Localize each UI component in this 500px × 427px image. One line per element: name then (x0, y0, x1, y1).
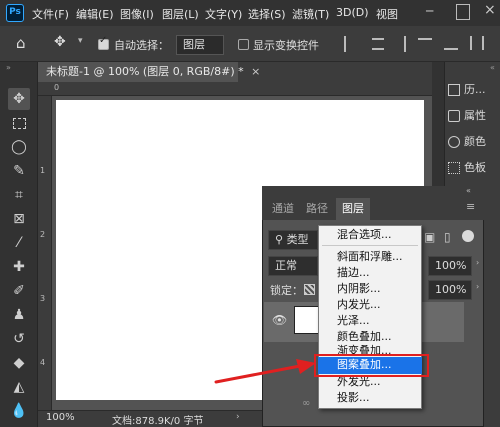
align-left-icon[interactable] (344, 36, 354, 52)
link-layers-icon[interactable]: ∞ (302, 398, 310, 409)
close-panel-icon[interactable]: « (466, 186, 471, 195)
minimize-icon[interactable]: ─ (426, 4, 440, 20)
panel-swatches[interactable]: 色板 (444, 156, 500, 180)
close-window-icon[interactable]: × (484, 2, 496, 18)
menu-type[interactable]: 文字(Y) (205, 6, 242, 22)
menu-item-satin[interactable]: 光泽... (319, 313, 421, 329)
panel-properties-label: 属性 (464, 109, 486, 122)
chevron-down-icon[interactable]: ▾ (78, 36, 83, 46)
menu-item-inner-glow[interactable]: 内发光... (319, 297, 421, 313)
auto-select-target-dropdown[interactable]: 图层 (176, 35, 224, 55)
menu-item-stroke[interactable]: 描边... (319, 265, 421, 281)
blend-mode-dropdown[interactable]: 正常 (268, 256, 318, 276)
ruler-tick-label: 0 (54, 83, 60, 92)
auto-select-label: 自动选择： (114, 39, 169, 52)
panel-swatches-label: 色板 (464, 161, 486, 174)
maximize-icon[interactable] (456, 4, 470, 20)
properties-icon (448, 110, 460, 122)
brush-tool-icon[interactable]: ✐ (8, 280, 30, 302)
layers-panel-header (262, 186, 484, 198)
chevron-right-icon[interactable]: › (236, 412, 240, 422)
align-bottom-icon[interactable] (444, 38, 458, 50)
history-brush-tool-icon[interactable]: ↺ (8, 328, 30, 350)
panel-color[interactable]: 颜色 (444, 130, 500, 154)
ruler-tick-label: 2 (40, 230, 46, 239)
menu-file[interactable]: 文件(F) (32, 6, 69, 22)
annotation-arrow-icon (214, 359, 316, 384)
opacity-input[interactable]: 100% (428, 256, 472, 276)
tab-channels[interactable]: 通道 (266, 198, 300, 220)
close-tab-icon[interactable]: × (251, 65, 260, 78)
move-tool-icon[interactable]: ✥ (8, 88, 30, 110)
move-tool-icon[interactable]: ✥ (54, 34, 66, 50)
swatches-icon (448, 162, 460, 174)
frame-tool-icon[interactable]: ⊠ (8, 208, 30, 230)
menu-view[interactable]: 视图 (376, 6, 398, 22)
lock-transparent-icon[interactable] (304, 284, 315, 295)
distribute-icon[interactable] (470, 36, 484, 50)
filter-toggle-icon[interactable] (462, 230, 474, 242)
align-center-icon[interactable] (372, 38, 384, 50)
ruler-tick-label: 1 (40, 166, 46, 175)
marquee-tool-icon[interactable] (8, 112, 30, 134)
show-transform-checkbox[interactable] (238, 39, 249, 50)
ruler-tick-label: 4 (40, 358, 46, 367)
quick-select-tool-icon[interactable]: ✎ (8, 160, 30, 182)
menu-edit[interactable]: 编辑(E) (76, 6, 114, 22)
collapse-panel-icon[interactable]: » (6, 63, 11, 72)
panel-history[interactable]: 历... (444, 78, 500, 102)
menu-image[interactable]: 图像(I) (120, 6, 154, 22)
panel-menu-icon[interactable]: ≡ (466, 200, 475, 213)
tab-layers[interactable]: 图层 (336, 198, 370, 220)
panel-properties[interactable]: 属性 (444, 104, 500, 128)
panel-history-label: 历... (464, 83, 486, 96)
menu-select[interactable]: 选择(S) (248, 6, 286, 22)
panel-color-label: 颜色 (464, 135, 486, 148)
chevron-right-icon[interactable]: › (476, 258, 479, 267)
menu-3d[interactable]: 3D(D) (336, 6, 369, 19)
menu-layer[interactable]: 图层(L) (162, 6, 199, 22)
horizontal-ruler (38, 82, 432, 96)
menu-separator (322, 245, 418, 246)
home-icon[interactable]: ⌂ (16, 34, 26, 52)
menu-filter[interactable]: 滤镜(T) (292, 6, 329, 22)
eyedropper-tool-icon[interactable]: ⁄ (8, 232, 30, 254)
menu-item-bevel-emboss[interactable]: 斜面和浮雕... (319, 249, 421, 265)
document-tab-title: 未标题-1 @ 100% (图层 0, RGB/8#) * (46, 65, 244, 78)
fill-input[interactable]: 100% (428, 280, 472, 300)
search-icon: ⚲ (275, 233, 284, 246)
filter-type-icon[interactable]: ▣ (424, 230, 435, 244)
visibility-eye-icon[interactable]: 👁 (272, 313, 287, 327)
collapse-dock-icon[interactable]: « (490, 63, 495, 72)
ruler-tick-label: 3 (40, 294, 46, 303)
tab-paths[interactable]: 路径 (300, 198, 334, 220)
show-transform-label: 显示变换控件 (253, 39, 319, 52)
photoshop-logo: Ps (6, 4, 24, 22)
align-top-icon[interactable] (418, 38, 432, 50)
clone-stamp-tool-icon[interactable]: ♟ (8, 304, 30, 326)
paint-bucket-tool-icon[interactable]: ◭ (8, 376, 30, 398)
align-right-icon[interactable] (396, 36, 406, 52)
check-icon: ✓ (99, 35, 108, 46)
chevron-right-icon[interactable]: › (476, 282, 479, 291)
document-tab[interactable]: 未标题-1 @ 100% (图层 0, RGB/8#) * × (38, 62, 260, 82)
lasso-tool-icon[interactable]: ◯ (8, 136, 30, 158)
color-icon (448, 136, 460, 148)
blur-tool-icon[interactable]: 💧 (8, 400, 30, 422)
crop-tool-icon[interactable]: ⌗ (8, 184, 30, 206)
zoom-level[interactable]: 100% (46, 412, 75, 423)
menu-item-blending-options[interactable]: 混合选项... (319, 227, 421, 243)
annotation-highlight-box (314, 354, 429, 377)
menu-item-inner-shadow[interactable]: 内阴影... (319, 281, 421, 297)
filter-kind-label: 类型 (286, 233, 309, 246)
document-info: 文档:878.9K/0 字节 (112, 416, 204, 427)
menu-item-drop-shadow[interactable]: 投影... (319, 390, 421, 406)
filter-smart-icon[interactable]: ▯ (444, 230, 451, 244)
history-icon (448, 84, 460, 96)
healing-brush-tool-icon[interactable]: ✚ (8, 256, 30, 278)
eraser-tool-icon[interactable]: ◆ (8, 352, 30, 374)
lock-label: 锁定： (270, 284, 303, 297)
filter-kind-dropdown[interactable]: ⚲ 类型 (268, 230, 318, 250)
